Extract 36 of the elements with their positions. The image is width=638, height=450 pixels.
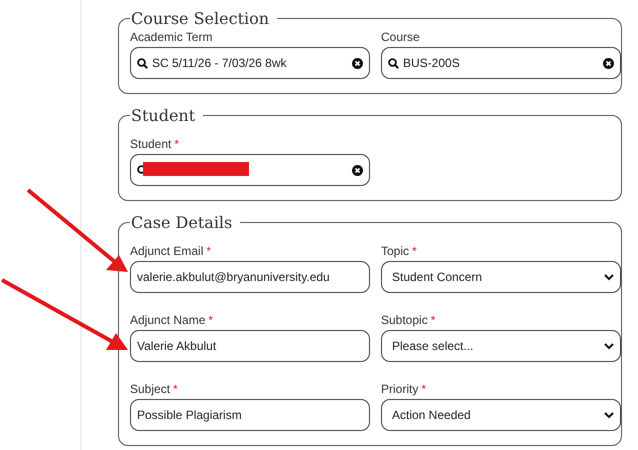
section-title: Course Selection [130,9,270,28]
clear-icon[interactable] [352,164,363,176]
required-mark: * [208,313,214,327]
select-field[interactable]: Please select... [381,330,621,362]
field-label: Subject [130,382,170,396]
search-field[interactable] [130,154,370,186]
required-mark: * [174,137,180,151]
section-title: Case Details [130,213,234,232]
search-field[interactable]: BUS-200S [381,47,621,79]
select-field[interactable]: Action Needed [381,399,621,431]
field-label: Subtopic [381,313,428,327]
required-mark: * [430,313,436,327]
required-mark: * [206,244,212,258]
chevron-icon [604,274,614,280]
section-title: Student [130,106,196,125]
field-label: Priority [381,382,418,396]
clear-icon[interactable] [603,58,614,68]
field-label: Student [130,137,172,151]
clear-icon[interactable] [352,58,363,68]
search-field[interactable]: SC 5/11/26 - 7/03/26 8wk [130,47,370,79]
search-icon [137,58,148,68]
required-mark: * [421,382,426,396]
field-label: Academic Term [130,30,212,44]
input-field[interactable]: valerie.akbulut@bryanuniversity.edu [130,261,370,293]
required-mark: * [173,382,178,396]
required-mark: * [412,244,417,258]
field-label: Course [381,30,420,44]
field-label: Adjunct Email [130,244,204,258]
field-label: Topic [381,244,410,258]
chevron-icon [604,412,614,418]
select-field[interactable]: Student Concern [381,261,621,293]
field-label: Adjunct Name [130,313,206,327]
input-field[interactable]: Possible Plagiarism [130,399,370,431]
input-field[interactable]: Valerie Akbulut [130,330,370,362]
chevron-icon [604,342,614,350]
search-icon [388,58,399,68]
